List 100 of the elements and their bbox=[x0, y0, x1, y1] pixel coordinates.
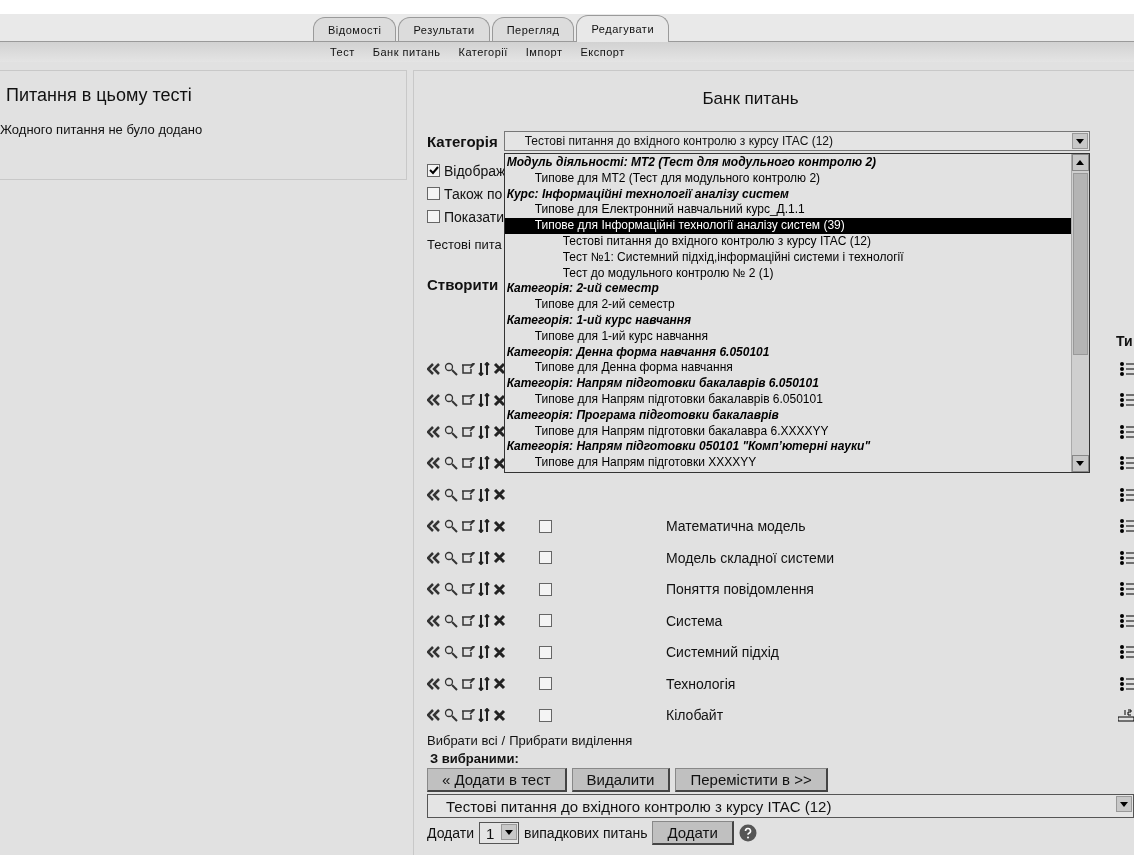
target-category-select[interactable]: Тестові питання до вхідного контролю з курсу ITAC (12) bbox=[427, 794, 1134, 818]
count-select[interactable]: 1 bbox=[479, 822, 519, 844]
help-icon[interactable] bbox=[738, 824, 757, 842]
tab[interactable]: Результати bbox=[398, 17, 490, 41]
checkbox[interactable] bbox=[427, 187, 440, 200]
up-down-arrows-icon[interactable] bbox=[478, 676, 490, 691]
double-chevron-icon[interactable] bbox=[427, 520, 441, 533]
magnifier-icon[interactable] bbox=[444, 582, 458, 597]
category-option[interactable]: Тест до модульного контролю № 2 (1) bbox=[504, 265, 1071, 282]
cross-icon[interactable] bbox=[493, 677, 506, 691]
up-down-arrows-icon[interactable] bbox=[478, 645, 490, 660]
checkbox[interactable] bbox=[539, 614, 552, 628]
category-option[interactable]: Типове для Денна форма навчання bbox=[504, 360, 1071, 377]
edit-icon[interactable] bbox=[461, 520, 475, 533]
cross-icon[interactable] bbox=[493, 362, 506, 376]
category-option[interactable]: Типове для Електронний навчальний курс_Д.1.1 bbox=[504, 202, 1071, 219]
cross-icon[interactable] bbox=[493, 708, 506, 722]
tab[interactable]: Перегляд bbox=[491, 17, 575, 41]
magnifier-icon[interactable] bbox=[444, 424, 458, 439]
category-option[interactable]: Тестові питання до вхідного контролю з курсу ITAC (12) bbox=[504, 234, 1071, 250]
double-chevron-icon[interactable] bbox=[427, 362, 441, 375]
select-all-link[interactable]: Вибрати всі bbox=[427, 733, 498, 748]
checkbox[interactable] bbox=[539, 645, 552, 659]
checkbox[interactable] bbox=[427, 210, 440, 223]
category-option[interactable]: Типове для Напрям підготовки XXXXYY bbox=[504, 455, 1071, 471]
magnifier-icon[interactable] bbox=[444, 550, 458, 565]
checkbox[interactable] bbox=[427, 164, 440, 177]
checkbox[interactable] bbox=[539, 708, 552, 722]
magnifier-icon[interactable] bbox=[444, 361, 458, 376]
double-chevron-icon[interactable] bbox=[427, 457, 441, 470]
double-chevron-icon[interactable] bbox=[427, 677, 441, 690]
magnifier-icon[interactable] bbox=[444, 613, 458, 628]
action-button[interactable]: Видалити bbox=[571, 768, 671, 792]
double-chevron-icon[interactable] bbox=[427, 614, 441, 627]
up-down-arrows-icon[interactable] bbox=[478, 550, 490, 565]
category-option[interactable]: Тест №1: Системний підхід,інформаційні системи і технології bbox=[504, 249, 1071, 266]
scrollbar[interactable] bbox=[1070, 154, 1089, 472]
subnav-link[interactable]: Імпорт bbox=[525, 46, 563, 58]
cross-icon[interactable] bbox=[493, 456, 506, 470]
up-down-arrows-icon[interactable] bbox=[478, 487, 490, 502]
checkbox[interactable] bbox=[539, 519, 552, 533]
edit-icon[interactable] bbox=[461, 457, 475, 470]
subnav-link[interactable]: Тест bbox=[330, 46, 355, 58]
double-chevron-icon[interactable] bbox=[427, 646, 441, 659]
edit-icon[interactable] bbox=[461, 677, 475, 690]
magnifier-icon[interactable] bbox=[444, 708, 458, 723]
subnav-link[interactable]: Категорії bbox=[458, 46, 508, 58]
up-down-arrows-icon[interactable] bbox=[478, 613, 490, 628]
edit-icon[interactable] bbox=[461, 614, 475, 627]
double-chevron-icon[interactable] bbox=[427, 583, 441, 596]
category-option[interactable]: Типове для МТ2 (Тест для модульного контролю 2) bbox=[504, 170, 1071, 187]
checkbox[interactable] bbox=[539, 582, 552, 596]
subnav-link[interactable]: Експорт bbox=[580, 46, 625, 58]
cross-icon[interactable] bbox=[493, 645, 506, 659]
category-option[interactable]: Типове для Напрям підготовки бакалаврів 6.050101 bbox=[504, 391, 1071, 408]
magnifier-icon[interactable] bbox=[444, 456, 458, 471]
deselect-link[interactable]: Прибрати виділення bbox=[509, 733, 633, 748]
tab[interactable]: Відомості bbox=[313, 17, 397, 41]
up-down-arrows-icon[interactable] bbox=[478, 456, 490, 471]
up-down-arrows-icon[interactable] bbox=[478, 708, 490, 723]
edit-icon[interactable] bbox=[461, 425, 475, 438]
edit-icon[interactable] bbox=[461, 583, 475, 596]
category-option[interactable]: Типове для 1-ий курс навчання bbox=[504, 328, 1071, 345]
up-down-arrows-icon[interactable] bbox=[478, 361, 490, 376]
double-chevron-icon[interactable] bbox=[427, 551, 441, 564]
cross-icon[interactable] bbox=[493, 551, 506, 565]
up-down-arrows-icon[interactable] bbox=[478, 519, 490, 534]
edit-icon[interactable] bbox=[461, 488, 475, 501]
magnifier-icon[interactable] bbox=[444, 393, 458, 408]
edit-icon[interactable] bbox=[461, 394, 475, 407]
category-option[interactable]: Типове для Напрям підготовки бакалавра 6.XXXXYY bbox=[504, 423, 1071, 440]
up-down-arrows-icon[interactable] bbox=[478, 582, 490, 597]
edit-icon[interactable] bbox=[461, 551, 475, 564]
category-option[interactable]: Типове для Інформаційні технології аналізу систем (39) bbox=[504, 218, 1071, 234]
double-chevron-icon[interactable] bbox=[427, 394, 441, 407]
cross-icon[interactable] bbox=[493, 519, 506, 533]
action-button[interactable]: Перемістити в >> bbox=[675, 768, 828, 792]
up-down-arrows-icon[interactable] bbox=[478, 393, 490, 408]
cross-icon[interactable] bbox=[493, 582, 506, 596]
magnifier-icon[interactable] bbox=[444, 676, 458, 691]
edit-icon[interactable] bbox=[461, 709, 475, 722]
cross-icon[interactable] bbox=[493, 425, 506, 439]
up-down-arrows-icon[interactable] bbox=[478, 424, 490, 439]
action-button[interactable]: « Додати в тест bbox=[427, 768, 567, 792]
subnav-link[interactable]: Банк питань bbox=[372, 46, 441, 58]
magnifier-icon[interactable] bbox=[444, 519, 458, 534]
up-caret-icon[interactable] bbox=[1076, 160, 1085, 165]
cross-icon[interactable] bbox=[493, 614, 506, 628]
category-select[interactable]: Тестові питання до вхідного контролю з курсу ITAC (12) bbox=[503, 131, 1090, 151]
magnifier-icon[interactable] bbox=[444, 645, 458, 660]
magnifier-icon[interactable] bbox=[444, 487, 458, 502]
checkbox[interactable] bbox=[539, 677, 552, 691]
double-chevron-icon[interactable] bbox=[427, 425, 441, 438]
cross-icon[interactable] bbox=[493, 488, 506, 502]
edit-icon[interactable] bbox=[461, 646, 475, 659]
checkbox[interactable] bbox=[539, 551, 552, 565]
add-button[interactable]: Додати bbox=[652, 821, 734, 845]
double-chevron-icon[interactable] bbox=[427, 709, 441, 722]
edit-icon[interactable] bbox=[461, 362, 475, 375]
cross-icon[interactable] bbox=[493, 393, 506, 407]
